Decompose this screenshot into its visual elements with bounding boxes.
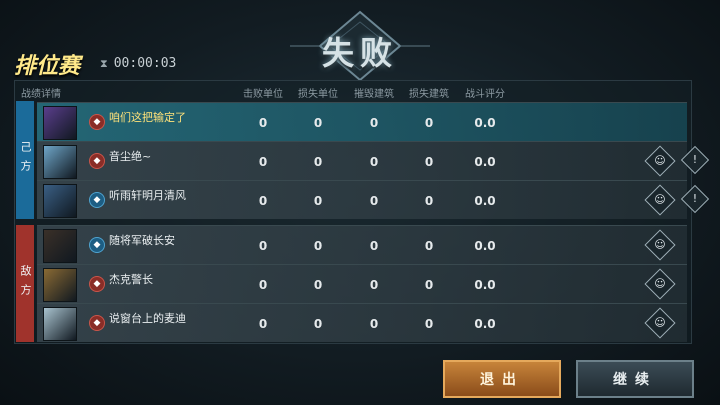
player-name: 说窗台上的麦迪: [109, 312, 186, 325]
person-icon[interactable]: ☺: [644, 184, 676, 216]
stat-built-lost: 0: [424, 155, 434, 169]
stat-score: 0.0: [474, 317, 496, 331]
player-name: 咱们这把输定了: [109, 111, 186, 124]
stat-losses: 0: [313, 116, 323, 130]
stat-score: 0.0: [474, 239, 496, 253]
avatar: [43, 307, 77, 341]
player-row: ◆ 咱们这把输定了 0 0 0 0 0.0: [37, 102, 687, 141]
stat-kills: 0: [258, 194, 268, 208]
scoreboard-panel: 战绩详情 击败单位 损失单位 摧毁建筑 损失建筑 战斗评分 己方 敌方 ◆ 咱们这…: [14, 80, 710, 344]
stat-built-destroyed: 0: [369, 116, 379, 130]
stat-built-destroyed: 0: [369, 239, 379, 253]
stat-kills: 0: [258, 278, 268, 292]
rank-badge-icon: ◆: [89, 153, 105, 169]
rank-badge-icon: ◆: [89, 192, 105, 208]
rank-badge-icon: ◆: [89, 276, 105, 292]
stat-built-destroyed: 0: [369, 278, 379, 292]
stat-kills: 0: [258, 239, 268, 253]
player-row: ◆ 音尘绝~ 0 0 0 0 0.0 ☺!: [37, 141, 710, 180]
stat-built-destroyed: 0: [369, 194, 379, 208]
column-details: 战绩详情: [21, 89, 61, 100]
exclamation-icon[interactable]: !: [680, 145, 710, 175]
stat-losses: 0: [313, 194, 323, 208]
stat-built-lost: 0: [424, 278, 434, 292]
side-label-enemy: 敌方: [16, 225, 34, 342]
side-label-ally: 己方: [16, 101, 34, 219]
rank-badge-icon: ◆: [89, 237, 105, 253]
rank-badge-icon: ◆: [89, 114, 105, 130]
stat-built-lost: 0: [424, 116, 434, 130]
stat-losses: 0: [313, 155, 323, 169]
mode-title: 排位赛: [14, 54, 81, 79]
rank-badge-icon: ◆: [89, 315, 105, 331]
person-icon[interactable]: ☺: [644, 268, 676, 300]
player-name: 杰克警长: [109, 273, 153, 286]
stat-built-lost: 0: [424, 194, 434, 208]
person-icon[interactable]: ☺: [644, 229, 676, 261]
avatar: [43, 229, 77, 263]
stat-score: 0.0: [474, 278, 496, 292]
column-buildings-destroyed: 摧毁建筑: [354, 89, 394, 100]
player-row: ◆ 杰克警长 0 0 0 0 0.0 ☺: [37, 264, 687, 303]
result-banner: 失败: [290, 10, 430, 82]
stat-kills: 0: [258, 155, 268, 169]
player-name: 听雨轩明月清风: [109, 189, 186, 202]
player-row: ◆ 听雨轩明月清风 0 0 0 0 0.0 ☺!: [37, 180, 710, 219]
exit-button[interactable]: 退出: [443, 360, 561, 398]
person-icon[interactable]: ☺: [644, 307, 676, 339]
match-timer: ⧗ 00:00:03: [100, 56, 176, 71]
timer-value: 00:00:03: [113, 56, 177, 71]
stat-score: 0.0: [474, 155, 496, 169]
avatar: [43, 268, 77, 302]
player-name: 音尘绝~: [109, 150, 152, 163]
stat-score: 0.0: [474, 116, 496, 130]
column-kills: 击败单位: [243, 89, 283, 100]
column-buildings-lost: 损失建筑: [409, 89, 449, 100]
stat-losses: 0: [313, 239, 323, 253]
stat-losses: 0: [313, 317, 323, 331]
avatar: [43, 106, 77, 140]
stat-score: 0.0: [474, 194, 496, 208]
stat-built-lost: 0: [424, 239, 434, 253]
exclamation-icon[interactable]: !: [680, 184, 710, 214]
stat-losses: 0: [313, 278, 323, 292]
column-losses: 损失单位: [298, 89, 338, 100]
column-combat-score: 战斗评分: [465, 89, 505, 100]
player-row: ◆ 随将军破长安 0 0 0 0 0.0 ☺: [37, 225, 687, 264]
person-icon[interactable]: ☺: [644, 145, 676, 177]
stat-kills: 0: [258, 116, 268, 130]
continue-button[interactable]: 继续: [576, 360, 694, 398]
stat-built-destroyed: 0: [369, 155, 379, 169]
avatar: [43, 145, 77, 179]
result-title: 失败: [321, 34, 398, 72]
stat-built-destroyed: 0: [369, 317, 379, 331]
player-row: ◆ 说窗台上的麦迪 0 0 0 0 0.0 ☺: [37, 303, 687, 342]
hourglass-icon: ⧗: [100, 57, 108, 70]
player-name: 随将军破长安: [109, 234, 175, 247]
avatar: [43, 184, 77, 218]
stat-kills: 0: [258, 317, 268, 331]
stat-built-lost: 0: [424, 317, 434, 331]
